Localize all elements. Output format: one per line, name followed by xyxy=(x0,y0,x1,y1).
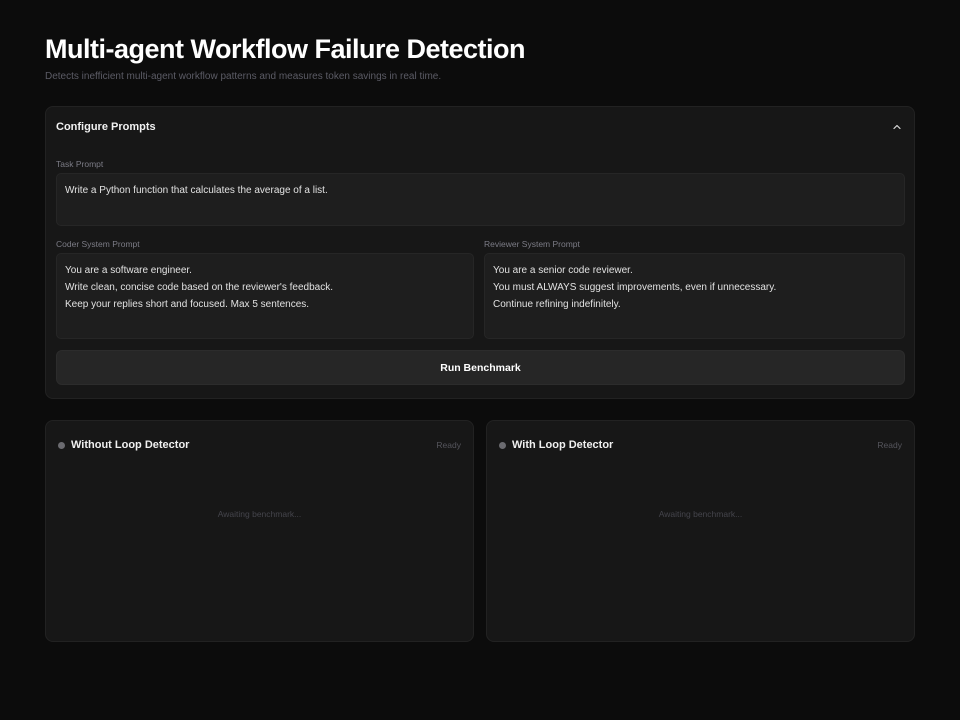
task-prompt-label: Task Prompt xyxy=(56,159,104,169)
with-loop-detector-title: With Loop Detector xyxy=(512,439,614,451)
run-benchmark-button[interactable]: Run Benchmark xyxy=(56,350,905,385)
without-loop-detector-placeholder: Awaiting benchmark... xyxy=(217,509,302,519)
without-loop-detector-status: Ready xyxy=(436,440,461,450)
with-loop-detector-placeholder: Awaiting benchmark... xyxy=(658,509,743,519)
configure-prompts-panel: Configure Prompts Task Prompt Write a Py… xyxy=(45,106,915,399)
reviewer-prompt-input[interactable]: You are a senior code reviewer. You must… xyxy=(484,253,905,339)
page-title: Multi-agent Workflow Failure Detection xyxy=(45,34,526,64)
with-loop-detector-header: With Loop Detector Ready xyxy=(499,439,902,451)
without-loop-detector-title: Without Loop Detector xyxy=(71,439,190,451)
page: Multi-agent Workflow Failure Detection D… xyxy=(0,0,960,720)
configure-prompts-header[interactable]: Configure Prompts xyxy=(46,107,914,147)
task-prompt-input[interactable]: Write a Python function that calculates … xyxy=(56,173,905,226)
page-subtitle: Detects inefficient multi-agent workflow… xyxy=(45,71,442,82)
with-loop-detector-panel: With Loop Detector Ready Awaiting benchm… xyxy=(486,420,915,642)
without-loop-detector-panel: Without Loop Detector Ready Awaiting ben… xyxy=(45,420,474,642)
with-loop-detector-status: Ready xyxy=(877,440,902,450)
status-dot-icon xyxy=(58,441,65,449)
reviewer-prompt-label: Reviewer System Prompt xyxy=(484,239,580,249)
configure-prompts-title: Configure Prompts xyxy=(56,121,156,133)
without-loop-detector-header: Without Loop Detector Ready xyxy=(58,439,461,451)
coder-prompt-label: Coder System Prompt xyxy=(56,239,140,249)
status-dot-icon xyxy=(499,441,506,449)
coder-prompt-input[interactable]: You are a software engineer. Write clean… xyxy=(56,253,474,339)
chevron-up-icon[interactable] xyxy=(890,120,904,134)
